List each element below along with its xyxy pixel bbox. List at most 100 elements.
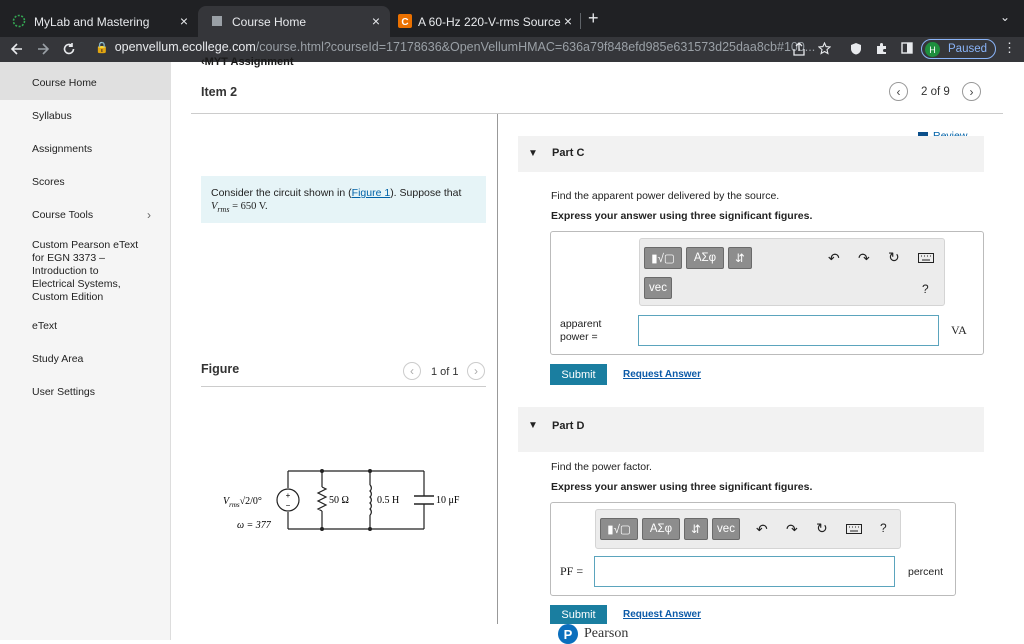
new-tab-button[interactable]: + bbox=[588, 8, 599, 29]
resistor bbox=[316, 486, 328, 512]
inductor-label: 0.5 H bbox=[377, 495, 399, 506]
page-title: Item 2 bbox=[201, 85, 238, 99]
tab-course-home[interactable]: Course Home × bbox=[198, 6, 390, 37]
figure-link[interactable]: Figure 1 bbox=[352, 187, 391, 199]
sidebar-item-scores[interactable]: Scores bbox=[32, 176, 65, 189]
figure-divider bbox=[201, 386, 486, 387]
answer-label: PF = bbox=[560, 564, 584, 578]
back-icon[interactable] bbox=[10, 42, 24, 56]
omega-label: ω = 377 bbox=[237, 520, 272, 531]
templates-button[interactable]: ▮√▢ bbox=[600, 518, 638, 540]
sidebar-item-etext[interactable]: eText bbox=[32, 320, 57, 333]
pearson-p-icon: P bbox=[558, 624, 578, 644]
close-icon[interactable]: × bbox=[372, 13, 380, 29]
chevron-right-icon[interactable]: › bbox=[147, 208, 151, 222]
vec-button[interactable]: vec bbox=[644, 277, 672, 299]
page-icon bbox=[212, 16, 222, 26]
close-icon[interactable]: × bbox=[180, 13, 188, 29]
forward-icon[interactable] bbox=[36, 42, 50, 56]
loading-icon bbox=[12, 14, 26, 28]
sidebar-item-custom-etext[interactable]: Custom Pearson eText for EGN 3373 – Intr… bbox=[32, 239, 144, 304]
url-path: /course.html?courseId=17178636&OpenVellu… bbox=[255, 40, 816, 54]
answer-label: apparent power = bbox=[560, 318, 602, 343]
problem-text: ). Suppose that bbox=[390, 187, 462, 199]
header-divider bbox=[191, 113, 1003, 114]
prev-figure-button[interactable]: ‹ bbox=[403, 362, 421, 380]
redo-icon[interactable]: ↷ bbox=[786, 521, 798, 538]
unit-label: VA bbox=[951, 323, 967, 337]
sidebar-item-user-settings[interactable]: User Settings bbox=[32, 386, 95, 399]
shield-extension-icon[interactable] bbox=[850, 42, 862, 55]
power-factor-input[interactable] bbox=[594, 556, 895, 587]
keyboard-icon[interactable] bbox=[846, 524, 862, 534]
figure-title: Figure bbox=[201, 362, 240, 376]
course-sidebar: Course Home Syllabus Assignments Scores … bbox=[0, 62, 171, 640]
help-button[interactable]: ? bbox=[922, 282, 929, 296]
part-d-request-answer-link[interactable]: Request Answer bbox=[623, 609, 701, 620]
collapse-triangle-icon[interactable]: ▼ bbox=[528, 420, 538, 431]
part-d-instruction: Express your answer using three signific… bbox=[551, 481, 813, 493]
part-c-instruction: Express your answer using three signific… bbox=[551, 210, 813, 222]
math-toolbar: ▮√▢ ΑΣφ ⇵ vec ↶ ↷ ↻ ? bbox=[595, 509, 901, 549]
browser-toolbar: 🔒 openvellum.ecollege.com/course.html?cou… bbox=[0, 37, 1024, 62]
profile-status: Paused bbox=[948, 43, 988, 55]
address-bar[interactable]: 🔒 openvellum.ecollege.com/course.html?cou… bbox=[95, 40, 815, 54]
tab-search-icon[interactable]: ⌄ bbox=[1000, 10, 1010, 24]
next-item-button[interactable]: › bbox=[962, 82, 981, 101]
help-button[interactable]: ? bbox=[880, 521, 887, 535]
prev-item-button[interactable]: ‹ bbox=[889, 82, 908, 101]
reload-icon[interactable] bbox=[62, 42, 76, 56]
undo-icon[interactable]: ↶ bbox=[828, 250, 840, 267]
collapse-triangle-icon[interactable]: ▼ bbox=[528, 148, 538, 159]
arrows-button[interactable]: ⇵ bbox=[728, 247, 752, 269]
extensions-puzzle-icon[interactable] bbox=[875, 42, 888, 55]
pane-splitter[interactable] bbox=[497, 114, 498, 624]
part-c-submit-button[interactable]: Submit bbox=[550, 364, 607, 385]
apparent-power-input[interactable] bbox=[638, 315, 939, 346]
tab-source[interactable]: C A 60-Hz 220-V-rms Source Su × bbox=[386, 6, 582, 37]
sidebar-item-syllabus[interactable]: Syllabus bbox=[32, 110, 72, 123]
sidebar-item-assignments[interactable]: Assignments bbox=[32, 143, 92, 156]
assignment-breadcrumb[interactable]: ‹MYT Assignment bbox=[201, 56, 294, 68]
tab-separator bbox=[580, 13, 581, 29]
part-c-question: Find the apparent power delivered by the… bbox=[551, 190, 780, 202]
greek-symbols-button[interactable]: ΑΣφ bbox=[686, 247, 724, 269]
keyboard-icon[interactable] bbox=[918, 253, 934, 263]
greek-symbols-button[interactable]: ΑΣφ bbox=[642, 518, 680, 540]
undo-icon[interactable]: ↶ bbox=[756, 521, 768, 538]
item-pagination: 2 of 9 bbox=[921, 86, 950, 98]
arrows-button[interactable]: ⇵ bbox=[684, 518, 708, 540]
redo-icon[interactable]: ↷ bbox=[858, 250, 870, 267]
pearson-logo: P Pearson bbox=[558, 624, 628, 644]
vec-button[interactable]: vec bbox=[712, 518, 740, 540]
figure-count: 1 of 1 bbox=[431, 366, 459, 378]
reset-icon[interactable]: ↻ bbox=[816, 520, 828, 537]
sidebar-item-course-tools[interactable]: Course Tools bbox=[32, 209, 93, 222]
share-icon[interactable] bbox=[793, 42, 805, 56]
circuit-diagram: + − Vrms√2/0° ω = 377 50 Ω 0.5 H 10 μF bbox=[223, 469, 460, 531]
vrms-subscript: rms bbox=[217, 205, 230, 215]
tab-mylab[interactable]: MyLab and Mastering × bbox=[0, 6, 198, 37]
sidebar-item-study-area[interactable]: Study Area bbox=[32, 353, 83, 366]
inductor bbox=[369, 484, 372, 516]
part-c-request-answer-link[interactable]: Request Answer bbox=[623, 369, 701, 380]
part-d-answer-box: ▮√▢ ΑΣφ ⇵ vec ↶ ↷ ↻ ? PF = percent bbox=[550, 502, 956, 596]
problem-statement: Consider the circuit shown in (Figure 1)… bbox=[201, 176, 486, 223]
part-d-header[interactable]: ▼ Part D bbox=[518, 407, 984, 452]
sidebar-item-course-home[interactable]: Course Home bbox=[32, 77, 97, 90]
templates-button[interactable]: ▮√▢ bbox=[644, 247, 682, 269]
vrms-value: = 650 V. bbox=[229, 201, 268, 212]
more-menu-icon[interactable]: ⋮ bbox=[1003, 40, 1016, 56]
part-d-submit-button[interactable]: Submit bbox=[550, 605, 607, 624]
part-c-header[interactable]: ▼ Part C bbox=[518, 136, 984, 172]
resistor-label: 50 Ω bbox=[329, 495, 349, 506]
problem-text: Consider the circuit shown in ( bbox=[211, 187, 352, 199]
sidepanel-icon[interactable] bbox=[901, 42, 913, 54]
profile-button[interactable]: H Paused bbox=[921, 39, 997, 59]
star-icon[interactable] bbox=[818, 42, 831, 55]
svg-text:C: C bbox=[401, 17, 408, 28]
reset-icon[interactable]: ↻ bbox=[888, 249, 900, 266]
close-icon[interactable]: × bbox=[564, 13, 572, 29]
next-figure-button[interactable]: › bbox=[467, 362, 485, 380]
unit-label: percent bbox=[908, 566, 944, 578]
